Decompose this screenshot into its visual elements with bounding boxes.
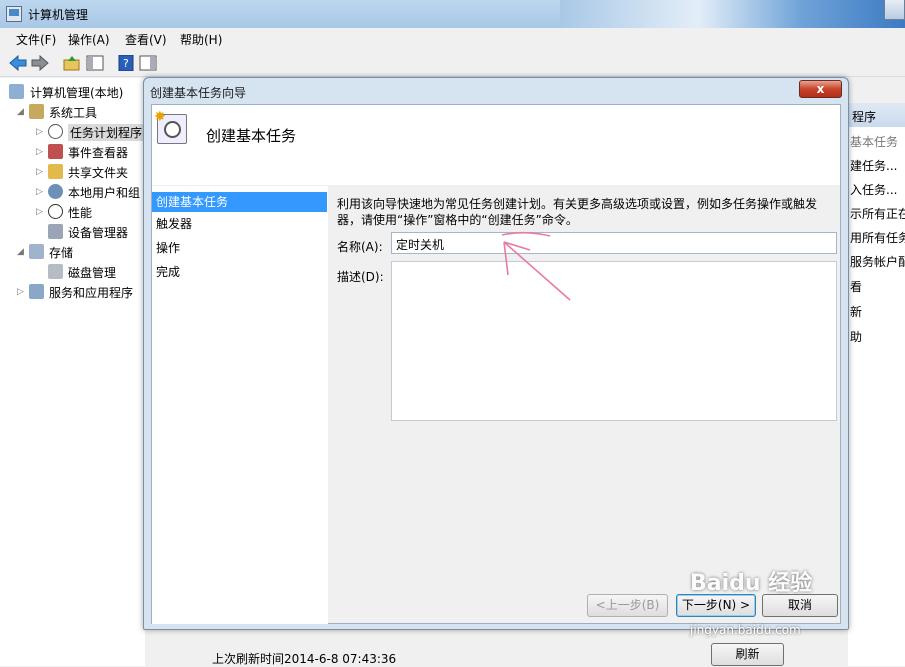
tools-icon	[29, 104, 44, 119]
tree-event-viewer[interactable]: 事件查看器	[68, 144, 128, 161]
tree-device-manager[interactable]: 设备管理器	[68, 224, 128, 241]
shared-folder-icon	[48, 164, 63, 179]
collapsed-arrow-icon[interactable]: ▷	[36, 147, 43, 157]
action-item[interactable]: 看	[850, 278, 862, 295]
tree-local-users[interactable]: 本地用户和组	[68, 184, 144, 201]
step-trigger[interactable]: 触发器	[152, 214, 327, 234]
dialog-close-button[interactable]: x	[799, 80, 842, 98]
forward-icon[interactable]	[31, 54, 49, 72]
collapsed-arrow-icon[interactable]: ▷	[17, 287, 24, 297]
desktop-background	[560, 0, 905, 28]
action-item[interactable]: 基本任务	[850, 133, 898, 150]
device-manager-icon	[48, 224, 63, 239]
action-item[interactable]: 示所有正在	[850, 205, 905, 222]
menu-view[interactable]: 查看(V)	[125, 31, 167, 48]
performance-icon	[48, 204, 63, 219]
tree-root[interactable]: 计算机管理(本地)	[30, 84, 123, 101]
svg-text:?: ?	[123, 57, 129, 70]
tree-services-apps[interactable]: 服务和应用程序	[49, 284, 133, 301]
clock-icon	[48, 124, 63, 139]
expanded-arrow-icon[interactable]: ◢	[17, 247, 24, 257]
wizard-description: 利用该向导快速地为常见任务创建计划。有关更多高级选项或设置，例如多任务操作或触发…	[337, 197, 818, 227]
dialog-title: 创建基本任务向导	[150, 86, 247, 100]
dialog-heading: 创建基本任务	[206, 127, 297, 145]
tree-disk-management[interactable]: 磁盘管理	[68, 264, 116, 281]
users-icon	[48, 184, 63, 199]
step-create-basic-task[interactable]: 创建基本任务	[152, 192, 327, 212]
action-item[interactable]: 助	[850, 328, 862, 345]
name-input[interactable]: 定时关机	[391, 232, 837, 254]
collapsed-arrow-icon[interactable]: ▷	[36, 187, 43, 197]
window-titlebar	[0, 0, 905, 28]
tree-task-scheduler[interactable]: 任务计划程序	[68, 124, 145, 141]
tree-system-tools[interactable]: 系统工具	[49, 104, 97, 121]
baidu-watermark-url: jingyan.baidu.com	[690, 623, 801, 637]
menu-file[interactable]: 文件(F)	[16, 31, 56, 48]
window-title: 计算机管理	[28, 8, 89, 22]
toolbar	[0, 49, 905, 77]
action-item[interactable]: 服务帐户配	[850, 253, 905, 270]
tree-storage[interactable]: 存储	[49, 244, 73, 261]
show-hide-tree-icon[interactable]	[86, 55, 104, 71]
collapsed-arrow-icon[interactable]: ▷	[36, 207, 43, 217]
maximize-button[interactable]	[884, 0, 905, 20]
description-label: 描述(D):	[337, 270, 384, 284]
collapsed-arrow-icon[interactable]: ▷	[36, 167, 43, 177]
next-button[interactable]: 下一步(N) >	[676, 594, 756, 617]
name-label: 名称(A):	[337, 240, 383, 254]
computer-icon	[9, 84, 24, 99]
action-item[interactable]: 建任务...	[850, 157, 897, 174]
tree-shared-folders[interactable]: 共享文件夹	[68, 164, 128, 181]
computer-management-icon	[6, 6, 22, 22]
last-refresh-text: 上次刷新时间2014-6-8 07:43:36	[212, 652, 397, 666]
cancel-button[interactable]: 取消	[762, 594, 838, 617]
event-viewer-icon	[48, 144, 63, 159]
baidu-watermark-logo: Baidu 经验	[690, 571, 813, 596]
clock-icon	[164, 121, 181, 138]
task-wizard-icon: ✸	[154, 109, 187, 144]
up-folder-icon[interactable]	[63, 55, 81, 71]
action-item[interactable]: 用所有任务	[850, 229, 905, 246]
collapsed-arrow-icon[interactable]: ▷	[36, 127, 43, 137]
tree-performance[interactable]: 性能	[68, 204, 92, 221]
refresh-button[interactable]: 刷新	[711, 643, 784, 666]
menu-action[interactable]: 操作(A)	[68, 31, 110, 48]
disk-icon	[48, 264, 63, 279]
action-item[interactable]: 入任务...	[850, 181, 897, 198]
action-header-label: 程序	[852, 110, 877, 124]
services-icon	[29, 284, 44, 299]
action-item[interactable]: 新	[850, 303, 862, 320]
step-finish[interactable]: 完成	[152, 262, 327, 282]
annotation-arrow	[501, 231, 571, 301]
star-icon: ✸	[154, 109, 166, 125]
storage-icon	[29, 244, 44, 259]
back-icon[interactable]	[9, 54, 27, 72]
description-textarea[interactable]	[391, 261, 837, 421]
show-hide-action-pane-icon[interactable]	[139, 55, 157, 71]
step-action[interactable]: 操作	[152, 238, 327, 258]
menu-help[interactable]: 帮助(H)	[180, 31, 222, 48]
back-button[interactable]: <上一步(B)	[587, 594, 668, 617]
expanded-arrow-icon[interactable]: ◢	[17, 107, 24, 117]
help-icon[interactable]: ?	[117, 54, 135, 72]
